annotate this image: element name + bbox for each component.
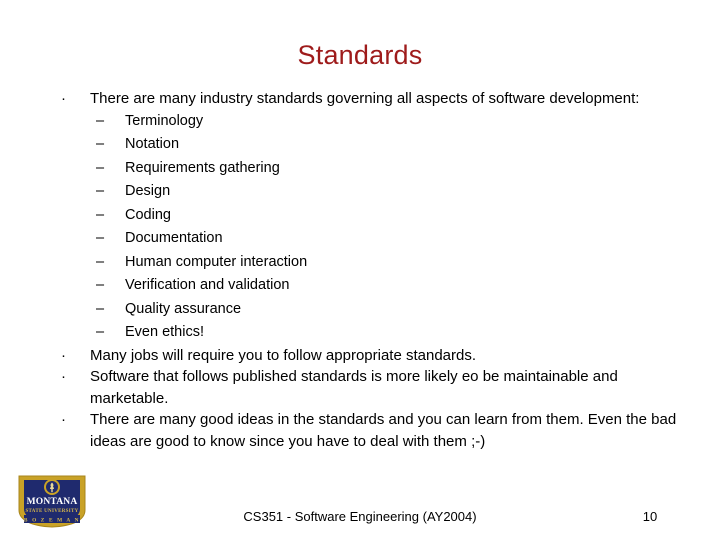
- bullet-item: · There are many industry standards gove…: [58, 88, 678, 110]
- sub-bullet-marker: –: [96, 253, 105, 270]
- sub-bullet-marker: –: [96, 136, 105, 152]
- sub-bullet-item: – Design: [58, 180, 678, 204]
- svg-text:B O Z E M A N: B O Z E M A N: [24, 517, 80, 523]
- sub-bullet-text: Design: [125, 183, 171, 199]
- bullet-marker: ·: [61, 411, 66, 428]
- sub-bullet-item: – Documentation: [58, 227, 678, 251]
- bullet-item: · Software that follows published standa…: [58, 366, 678, 409]
- sub-bullet-text: Documentation: [125, 230, 223, 246]
- bullet-text: Many jobs will require you to follow app…: [90, 346, 477, 364]
- sub-bullet-text: Even ethics!: [125, 324, 204, 340]
- svg-text:MONTANA: MONTANA: [27, 497, 78, 507]
- sub-bullet-item: – Coding: [58, 204, 678, 228]
- sub-bullet-text: Quality assurance: [125, 300, 242, 317]
- sub-bullet-text: Human computer interaction: [125, 253, 308, 270]
- sub-bullet-text: Terminology: [125, 112, 204, 129]
- sub-bullet-text: Notation: [125, 136, 180, 152]
- bullet-text: There are many good ideas in the standar…: [90, 411, 677, 450]
- sub-bullet-list: – Terminology – Notation – Requirements …: [58, 110, 678, 345]
- bullet-text: There are many industry standards govern…: [90, 90, 640, 107]
- slide-page-number: 10: [642, 509, 658, 524]
- sub-bullet-text: Verification and validation: [125, 277, 290, 293]
- page-title: Standards: [297, 40, 423, 70]
- bullet-marker: ·: [61, 346, 66, 364]
- footer-course-label: CS351 - Software Engineering (AY2004): [243, 509, 477, 524]
- sub-bullet-item: – Even ethics!: [58, 321, 678, 345]
- bullet-item: · Many jobs will require you to follow a…: [58, 345, 678, 367]
- sub-bullet-marker: –: [96, 300, 105, 317]
- bullet-marker: ·: [61, 90, 66, 107]
- bullet-item: · There are many good ideas in the stand…: [58, 409, 678, 452]
- montana-state-university-logo: MONTANA STATE UNIVERSITY B O Z E M A N: [17, 474, 87, 529]
- sub-bullet-marker: –: [96, 112, 105, 129]
- sub-bullet-text: Requirements gathering: [125, 159, 280, 176]
- sub-bullet-marker: –: [96, 159, 105, 176]
- svg-text:STATE UNIVERSITY: STATE UNIVERSITY: [25, 509, 78, 514]
- sub-bullet-marker: –: [96, 277, 105, 293]
- sub-bullet-marker: –: [96, 206, 105, 223]
- sub-bullet-marker: –: [96, 183, 105, 199]
- sub-bullet-item: – Verification and validation: [58, 274, 678, 298]
- sub-bullet-item: – Notation: [58, 133, 678, 157]
- sub-bullet-item: – Human computer interaction: [58, 251, 678, 275]
- bullet-text: Software that follows published standard…: [90, 368, 618, 407]
- sub-bullet-item: – Quality assurance: [58, 298, 678, 322]
- sub-bullet-item: – Terminology: [58, 110, 678, 134]
- sub-bullet-marker: –: [96, 230, 105, 246]
- slide-body: · There are many industry standards gove…: [58, 88, 678, 452]
- sub-bullet-text: Coding: [125, 206, 171, 223]
- sub-bullet-marker: –: [96, 324, 105, 340]
- sub-bullet-item: – Requirements gathering: [58, 157, 678, 181]
- bullet-marker: ·: [61, 368, 66, 385]
